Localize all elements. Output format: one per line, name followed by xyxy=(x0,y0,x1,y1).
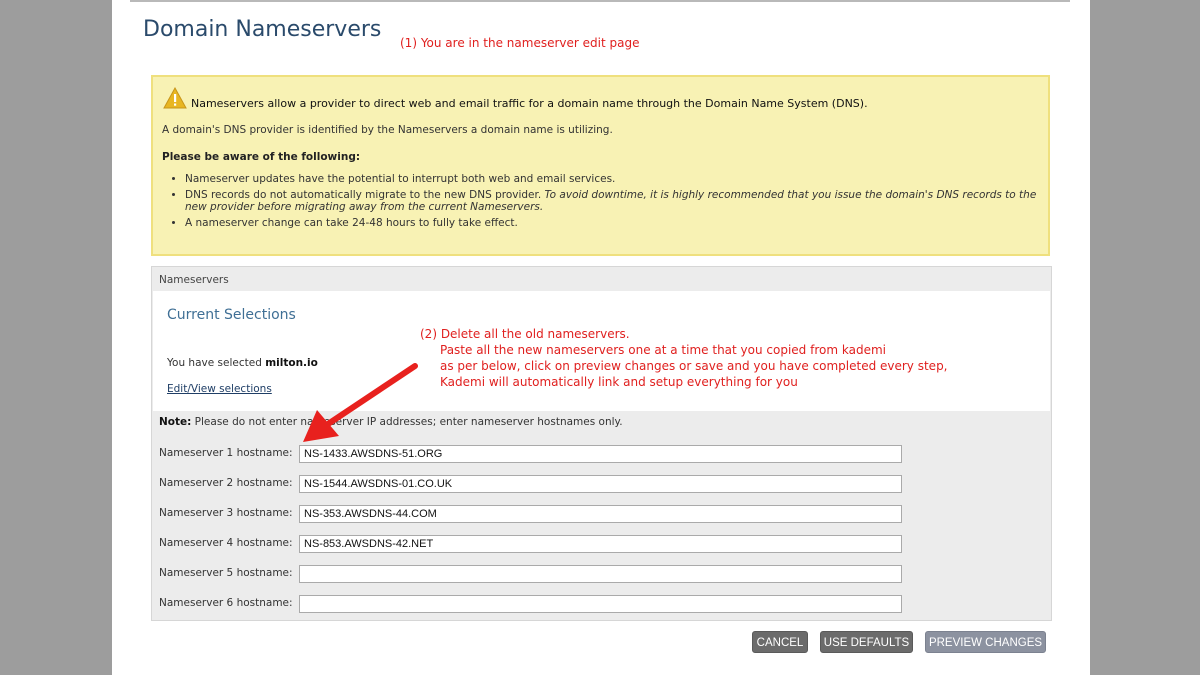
warning-bullet: A nameserver change can take 24-48 hours… xyxy=(185,217,1045,229)
current-selections-title: Current Selections xyxy=(167,307,296,323)
right-gray-margin xyxy=(1090,0,1200,675)
annotation-line: Paste all the new nameservers one at a t… xyxy=(440,343,886,357)
nameserver-label: Nameserver 6 hostname: xyxy=(159,597,293,609)
warning-bullet-list: Nameserver updates have the potential to… xyxy=(171,173,1045,233)
nameserver-label: Nameserver 3 hostname: xyxy=(159,507,293,519)
panel-header: Nameservers xyxy=(159,274,229,286)
nameserver-label: Nameserver 4 hostname: xyxy=(159,537,293,549)
annotation-line: Kademi will automatically link and setup… xyxy=(440,375,798,389)
use-defaults-button[interactable]: USE DEFAULTS xyxy=(820,631,913,653)
warning-triangle-icon xyxy=(163,87,187,109)
note-label: Note: xyxy=(159,416,192,428)
nameserver-label: Nameserver 1 hostname: xyxy=(159,447,293,459)
annotation-step-2: (2) Delete all the old nameservers. Past… xyxy=(420,326,948,390)
left-gray-margin xyxy=(0,0,112,675)
preview-changes-button[interactable]: PREVIEW CHANGES xyxy=(925,631,1046,653)
warning-bullet: DNS records do not automatically migrate… xyxy=(185,189,1045,213)
red-arrow-icon xyxy=(303,363,418,442)
selected-prefix: You have selected xyxy=(167,357,266,369)
warning-aware-label: Please be aware of the following: xyxy=(162,151,361,163)
warning-intro: A domain's DNS provider is identified by… xyxy=(162,124,613,136)
bullet-text: DNS records do not automatically migrate… xyxy=(185,189,545,201)
annotation-line: as per below, click on preview changes o… xyxy=(440,359,948,373)
nameserver-label: Nameserver 5 hostname: xyxy=(159,567,293,579)
nameserver-label: Nameserver 2 hostname: xyxy=(159,477,293,489)
nameserver-4-input[interactable]: NS-853.AWSDNS-42.NET xyxy=(299,535,902,553)
cancel-button[interactable]: CANCEL xyxy=(752,631,808,653)
annotation-line: (2) Delete all the old nameservers. xyxy=(420,327,630,341)
warning-heading: Nameservers allow a provider to direct w… xyxy=(191,97,868,110)
nameserver-2-input[interactable]: NS-1544.AWSDNS-01.CO.UK xyxy=(299,475,902,493)
nameservers-panel: Nameservers Current Selections You have … xyxy=(151,266,1052,621)
top-border xyxy=(130,0,1070,2)
warning-bullet: Nameserver updates have the potential to… xyxy=(185,173,1045,185)
nameserver-3-input[interactable]: NS-353.AWSDNS-44.COM xyxy=(299,505,902,523)
edit-view-selections-link[interactable]: Edit/View selections xyxy=(167,383,272,395)
page-title: Domain Nameservers xyxy=(143,17,382,42)
annotation-step-1: (1) You are in the nameserver edit page xyxy=(400,36,640,50)
nameserver-5-input[interactable] xyxy=(299,565,902,583)
dns-warning-box: Nameservers allow a provider to direct w… xyxy=(151,75,1050,256)
nameserver-6-input[interactable] xyxy=(299,595,902,613)
